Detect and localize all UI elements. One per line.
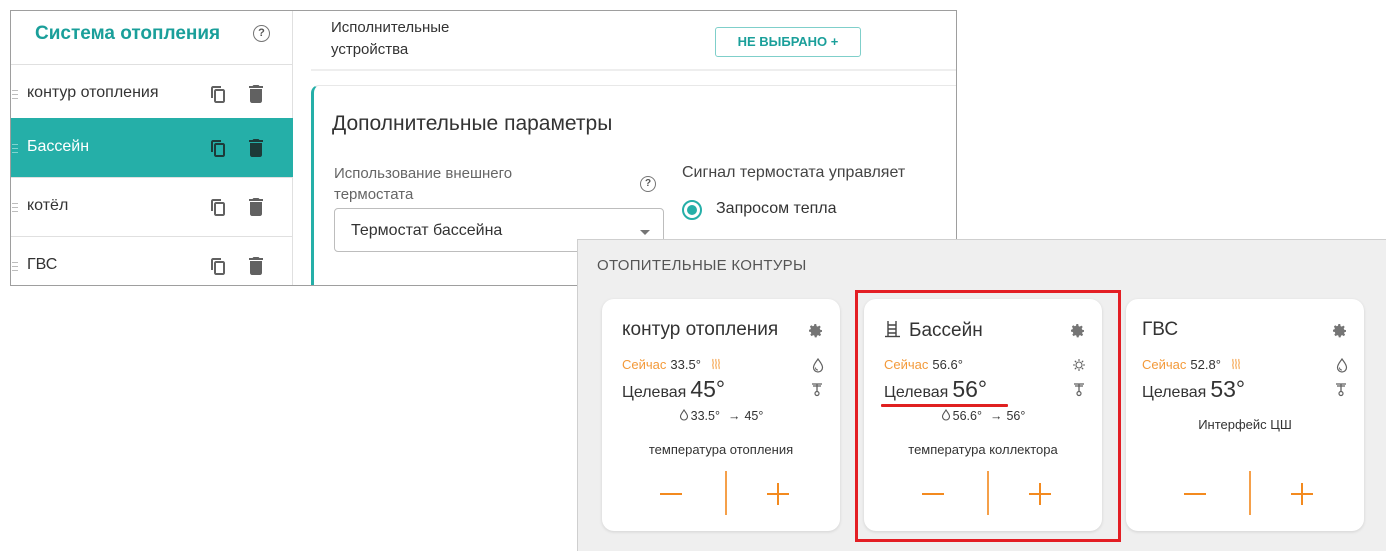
circuit-card-hot-water[interactable]: ГВС Сейчас 52.8° Целевая 53° Интерфейс ЦШ [1126, 299, 1364, 531]
drag-handle-icon[interactable] [12, 90, 18, 101]
card-title: ГВС [1142, 319, 1179, 340]
sidebar-item-pool[interactable]: Бассейн [11, 118, 293, 177]
sidebar-item-boiler[interactable]: котёл [11, 177, 293, 236]
trend-to: 45° [744, 409, 764, 423]
actuators-label: Исполнительные устройства [331, 19, 450, 58]
drag-handle-icon[interactable] [12, 262, 18, 273]
sidebar-item-label: контур отопления [27, 84, 159, 101]
help-icon[interactable]: ? [253, 25, 270, 42]
drag-handle-icon[interactable] [12, 144, 18, 155]
card-description: температура отопления [648, 442, 794, 457]
external-thermostat-label: Использование внешнего термостата [334, 165, 513, 203]
panel-title: ОТОПИТЕЛЬНЫЕ КОНТУРЫ [597, 257, 807, 274]
now-label: Сейчас [622, 357, 667, 372]
copy-icon[interactable] [210, 139, 226, 162]
target-label: Целевая [622, 384, 687, 401]
divider [1249, 471, 1251, 515]
decrease-button[interactable] [1184, 493, 1206, 495]
sidebar-item-hot-water[interactable]: ГВС [11, 236, 293, 285]
drag-handle-icon[interactable] [12, 203, 18, 214]
now-label: Сейчас [1142, 357, 1187, 372]
sidebar-item-label: котёл [27, 197, 69, 214]
increase-button[interactable] [777, 483, 779, 505]
dropdown-arrow-icon [640, 230, 650, 235]
heat-request-radio[interactable] [682, 200, 702, 220]
water-drop-icon [679, 408, 689, 424]
card-title: контур отопления [622, 319, 779, 340]
target-temp: 45° [690, 376, 726, 402]
system-sidebar: Система отопления ? контур отопления Бас… [11, 11, 293, 285]
circuit-card-heating[interactable]: контур отопления Сейчас 33.5° Целевая 45° … [602, 299, 840, 531]
system-title: Система отопления [35, 23, 221, 44]
increase-button[interactable] [1301, 483, 1303, 505]
sidebar-item-label: ГВС [27, 256, 58, 273]
sidebar-item-label: Бассейн [27, 138, 90, 155]
radio-label[interactable]: Запросом тепла [716, 200, 837, 218]
copy-icon[interactable] [210, 257, 226, 280]
sidebar-item-kontur[interactable]: контур отопления [11, 64, 293, 123]
signal-label: Сигнал термостата управляет [682, 164, 906, 181]
divider [725, 471, 727, 515]
trend-from: 33.5° [690, 409, 720, 423]
water-drop-icon [812, 357, 824, 378]
trash-icon[interactable] [249, 198, 263, 221]
highlight-annotation [855, 290, 1121, 542]
card-description: Интерфейс ЦШ [1198, 417, 1292, 432]
current-temp: 52.8° [1190, 357, 1221, 372]
target-label: Целевая [1142, 384, 1207, 401]
copy-icon[interactable] [210, 85, 226, 108]
water-drop-icon [1336, 357, 1348, 378]
target-temp: 53° [1210, 376, 1246, 402]
help-icon[interactable]: ? [640, 176, 656, 192]
trash-icon[interactable] [249, 139, 263, 162]
decrease-button[interactable] [660, 493, 682, 495]
current-temp: 33.5° [670, 357, 701, 372]
section-title: Дополнительные параметры [332, 112, 613, 135]
thermometer-icon [810, 381, 824, 402]
heating-waves-icon [711, 358, 721, 373]
select-value: Термостат бассейна [351, 222, 503, 239]
copy-icon[interactable] [210, 198, 226, 221]
arrow-right-icon: → [727, 409, 741, 423]
gear-icon[interactable] [808, 323, 824, 344]
heating-waves-icon [1231, 358, 1241, 373]
thermometer-icon [1334, 381, 1348, 402]
divider [311, 69, 956, 71]
trash-icon[interactable] [249, 85, 263, 108]
gear-icon[interactable] [1332, 323, 1348, 344]
trash-icon[interactable] [249, 257, 263, 280]
select-actuators-button[interactable]: НЕ ВЫБРАНО + [715, 27, 861, 57]
